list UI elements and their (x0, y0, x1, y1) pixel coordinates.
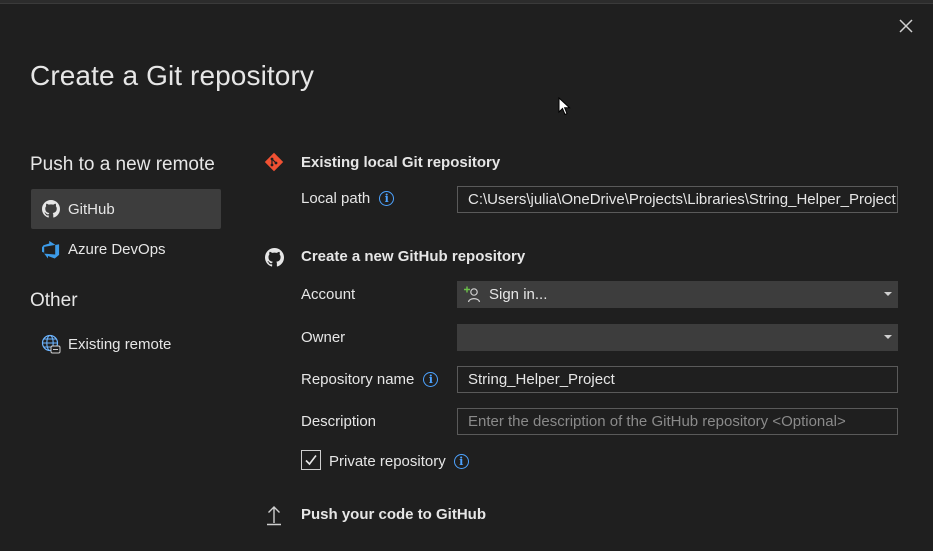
info-icon[interactable]: i (453, 454, 469, 469)
info-icon[interactable]: i (379, 191, 395, 206)
sidebar-item-label: GitHub (68, 200, 115, 218)
private-repo-label-row: Private repository i (329, 453, 469, 470)
private-repo-label: Private repository (329, 453, 446, 470)
sidebar-item-existing-remote[interactable]: Existing remote (31, 324, 221, 364)
globe-icon (41, 334, 61, 354)
owner-dropdown[interactable] (457, 324, 898, 351)
github-icon (41, 199, 61, 219)
local-path-field[interactable] (457, 186, 898, 213)
upload-arrow-icon (263, 504, 285, 526)
push-to-new-remote-heading: Push to a new remote (30, 154, 215, 175)
azure-devops-icon (41, 239, 61, 259)
other-heading: Other (30, 290, 78, 311)
github-icon (263, 246, 285, 268)
repo-name-label-row: Repository name i (301, 371, 439, 388)
local-path-label-row: Local path i (301, 190, 395, 207)
repository-name-field[interactable] (457, 366, 898, 393)
create-github-repo-heading: Create a new GitHub repository (301, 248, 526, 265)
account-label: Account (301, 286, 356, 303)
sidebar-item-github[interactable]: GitHub (31, 189, 221, 229)
git-icon (263, 151, 285, 173)
existing-local-repo-heading: Existing local Git repository (301, 154, 501, 171)
private-repo-checkbox[interactable] (301, 450, 321, 470)
window-top-border (0, 0, 933, 4)
checkmark-icon (305, 455, 317, 466)
chevron-down-icon (884, 292, 892, 296)
close-icon (899, 19, 913, 33)
sidebar-item-label: Existing remote (68, 335, 172, 353)
mouse-cursor (558, 96, 572, 122)
info-icon[interactable]: i (423, 372, 439, 387)
sidebar-item-azure-devops[interactable]: Azure DevOps (31, 229, 221, 269)
account-value: Sign in... (489, 286, 548, 303)
owner-label: Owner (301, 329, 346, 346)
description-label: Description (301, 413, 377, 430)
add-user-icon (463, 285, 483, 305)
push-code-heading: Push your code to GitHub (301, 506, 487, 523)
close-button[interactable] (894, 14, 918, 38)
dialog-title: Create a Git repository (30, 60, 314, 91)
repo-name-label: Repository name (301, 371, 415, 388)
account-dropdown[interactable]: Sign in... (457, 281, 898, 308)
local-path-label: Local path (301, 190, 371, 207)
sidebar-item-label: Azure DevOps (68, 240, 166, 258)
description-field[interactable] (457, 408, 898, 435)
chevron-down-icon (884, 335, 892, 339)
